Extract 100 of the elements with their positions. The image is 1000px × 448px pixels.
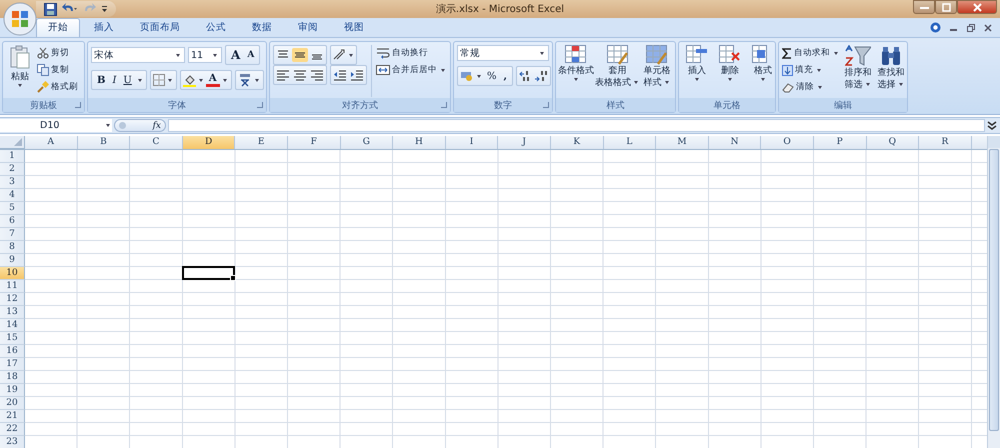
row-header[interactable]: 14 — [0, 319, 25, 332]
customize-icon[interactable] — [101, 4, 108, 14]
number-format-field[interactable]: 常规 — [457, 45, 549, 61]
align-right-icon[interactable] — [309, 68, 325, 82]
row-header[interactable]: 23 — [0, 436, 25, 448]
font-name-field[interactable]: 宋体 — [91, 47, 185, 63]
shrink-font-button[interactable]: A — [244, 50, 258, 60]
column-header[interactable]: L — [604, 136, 656, 149]
ribbon-tab[interactable]: 视图 — [332, 18, 376, 37]
cells-button[interactable]: 插入 — [682, 45, 712, 81]
row-header[interactable]: 22 — [0, 423, 25, 436]
editing-tool[interactable]: 清除 — [782, 79, 840, 95]
column-header[interactable]: P — [814, 136, 866, 149]
function-button[interactable]: fx — [114, 119, 166, 132]
editing-button[interactable]: 查找和 选择 — [876, 45, 906, 91]
row-header[interactable]: 1 — [0, 150, 25, 163]
align-left-icon[interactable] — [275, 68, 291, 82]
column-header[interactable]: M — [656, 136, 709, 149]
clipboard-tool[interactable]: 复制 — [37, 62, 78, 78]
row-header[interactable]: 16 — [0, 345, 25, 358]
column-header[interactable]: A — [25, 136, 78, 149]
row-header[interactable]: 18 — [0, 371, 25, 384]
column-header[interactable]: G — [340, 136, 394, 149]
launcher-icon[interactable] — [257, 102, 263, 108]
merge-center-button[interactable]: 合并后居中 — [376, 62, 447, 78]
font-size-field[interactable]: 11 — [188, 47, 222, 63]
editing-button[interactable]: 排序和 筛选 — [843, 45, 873, 91]
row-header[interactable]: 15 — [0, 332, 25, 345]
column-header[interactable]: F — [288, 136, 341, 149]
align-center-icon[interactable] — [292, 68, 308, 82]
orientation-icon[interactable] — [332, 49, 346, 61]
expand-icon[interactable] — [987, 120, 997, 130]
column-header[interactable]: N — [708, 136, 762, 149]
ribbon-tab[interactable]: 数据 — [240, 18, 284, 37]
ribbon-tab[interactable]: 插入 — [82, 18, 126, 37]
cells-button[interactable]: 格式 — [748, 45, 778, 81]
row-header[interactable]: 20 — [0, 397, 25, 410]
italic-button[interactable]: I — [109, 74, 120, 86]
row-header[interactable]: 3 — [0, 176, 25, 189]
decrease-decimal-icon[interactable] — [534, 70, 548, 82]
close-button[interactable] — [957, 0, 997, 14]
decrease-indent-icon[interactable] — [332, 68, 348, 82]
column-header[interactable]: E — [235, 136, 288, 149]
row-header[interactable]: 10 — [0, 267, 25, 280]
column-header[interactable]: R — [919, 136, 972, 149]
cell-grid[interactable] — [25, 150, 987, 448]
editing-tool[interactable]: 填充 — [782, 62, 840, 78]
save-icon[interactable] — [44, 2, 57, 16]
vertical-scrollbar[interactable] — [987, 136, 1000, 448]
column-header[interactable]: Q — [866, 136, 920, 149]
bold-button[interactable]: B — [94, 74, 108, 86]
column-header[interactable]: H — [393, 136, 446, 149]
row-header[interactable]: 6 — [0, 215, 25, 228]
launcher-icon[interactable] — [75, 102, 81, 108]
active-cell[interactable] — [182, 266, 236, 280]
cells-button[interactable]: 删除 — [715, 45, 745, 81]
row-header[interactable]: 4 — [0, 189, 25, 202]
column-header[interactable]: J — [498, 136, 551, 149]
align-middle-icon[interactable] — [292, 48, 308, 62]
close-icon[interactable] — [984, 24, 992, 32]
style-button[interactable]: 条件格式 — [559, 45, 594, 81]
row-header[interactable]: 9 — [0, 254, 25, 267]
row-header[interactable]: 7 — [0, 228, 25, 241]
font-color-button[interactable]: A — [206, 73, 220, 87]
comma-button[interactable]: , — [500, 70, 510, 82]
restore-icon[interactable] — [967, 24, 975, 32]
column-header[interactable]: O — [761, 136, 814, 149]
wrap-text-button[interactable]: 自动换行 — [376, 45, 447, 61]
clipboard-tool[interactable]: 格式刷 — [37, 79, 78, 95]
increase-indent-icon[interactable] — [349, 68, 365, 82]
row-header[interactable]: 2 — [0, 163, 25, 176]
ribbon-tab[interactable]: 开始 — [36, 18, 80, 37]
column-header[interactable]: D — [182, 136, 236, 149]
column-header[interactable]: B — [78, 136, 130, 149]
paste-button[interactable]: 粘贴 — [6, 45, 34, 87]
maximize-button[interactable] — [935, 0, 957, 14]
row-header[interactable]: 21 — [0, 410, 25, 423]
fill-color-icon[interactable] — [182, 74, 196, 86]
row-header[interactable]: 12 — [0, 293, 25, 306]
grow-font-button[interactable]: A — [228, 48, 244, 62]
editing-tool[interactable]: 自动求和 — [782, 45, 840, 61]
launcher-icon[interactable] — [543, 102, 549, 108]
column-header[interactable]: K — [550, 136, 604, 149]
currency-icon[interactable] — [460, 70, 474, 82]
row-header[interactable]: 17 — [0, 358, 25, 371]
help-icon[interactable] — [930, 22, 941, 33]
clipboard-tool[interactable]: 剪切 — [37, 45, 78, 61]
row-header[interactable]: 13 — [0, 306, 25, 319]
row-header[interactable]: 5 — [0, 202, 25, 215]
percent-button[interactable]: % — [484, 70, 500, 82]
minimize-button[interactable] — [913, 0, 935, 14]
ribbon-tab[interactable]: 审阅 — [286, 18, 330, 37]
column-header[interactable]: I — [446, 136, 498, 149]
style-button[interactable]: 单元格 样式 — [642, 45, 672, 89]
row-header[interactable]: 8 — [0, 241, 25, 254]
borders-icon[interactable] — [152, 74, 165, 86]
ribbon-tab[interactable]: 页面布局 — [128, 18, 192, 37]
formula-field[interactable] — [168, 119, 985, 132]
style-button[interactable]: 套用 表格格式 — [596, 45, 639, 89]
row-header[interactable]: 11 — [0, 280, 25, 293]
